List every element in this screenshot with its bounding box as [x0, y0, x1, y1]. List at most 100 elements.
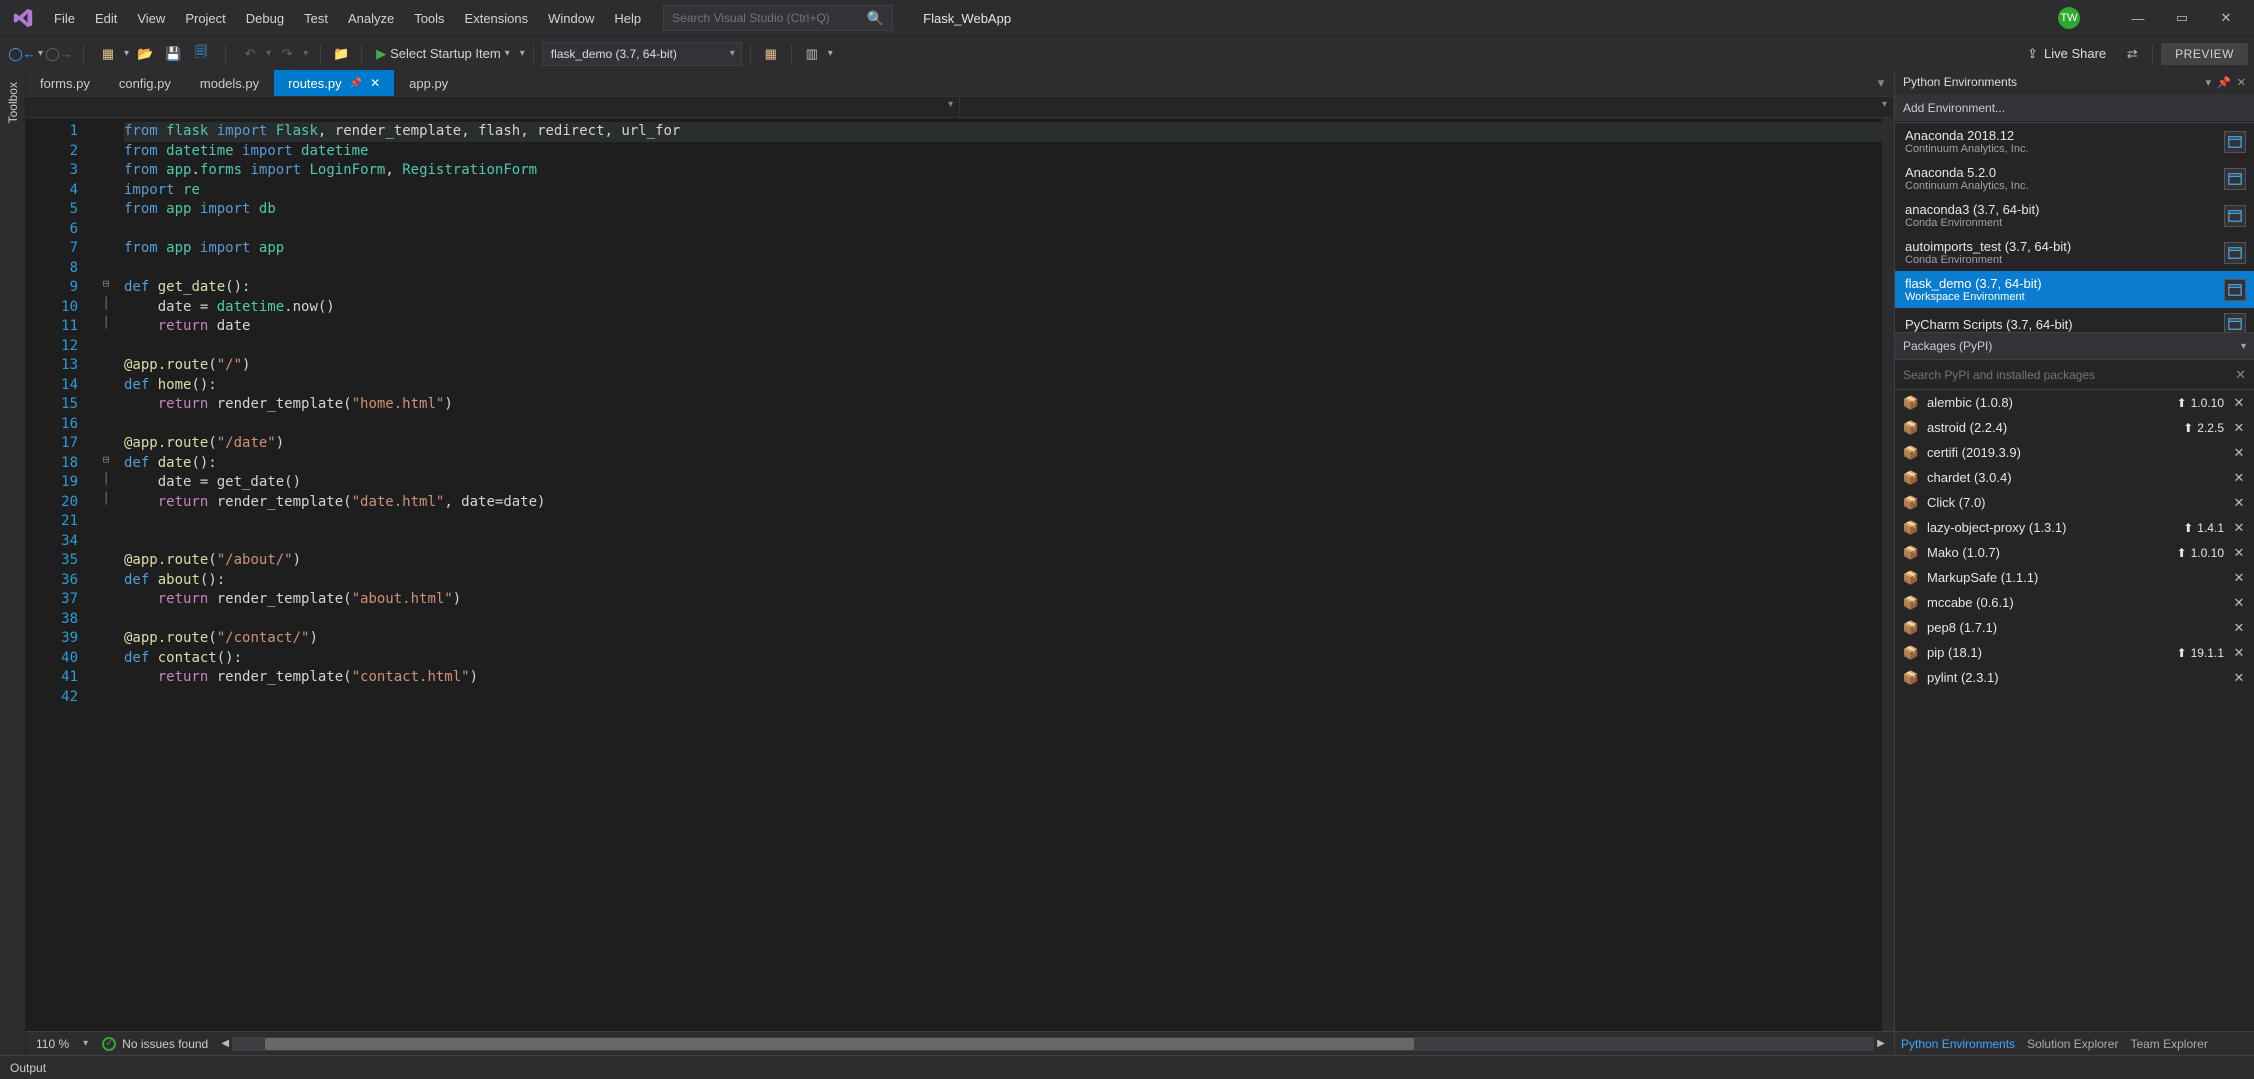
env-item[interactable]: flask_demo (3.7, 64-bit)Workspace Enviro… [1895, 271, 2254, 308]
code-line[interactable]: def about(): [124, 571, 1882, 591]
code-line[interactable]: from app import db [124, 200, 1882, 220]
menu-project[interactable]: Project [175, 7, 235, 30]
package-update[interactable]: ⬆ 1.0.10 [2177, 546, 2224, 560]
menu-window[interactable]: Window [538, 7, 604, 30]
code-line[interactable]: @app.route("/contact/") [124, 629, 1882, 649]
window-menu-icon[interactable]: ▾ [2206, 76, 2212, 89]
folder-view-icon[interactable]: 📁 [329, 42, 353, 66]
nav-slot-member[interactable] [960, 97, 1894, 117]
open-window-icon[interactable] [2224, 131, 2246, 153]
fold-marker[interactable] [96, 196, 116, 216]
env-item[interactable]: autoimports_test (3.7, 64-bit)Conda Envi… [1895, 234, 2254, 271]
open-window-icon[interactable] [2224, 313, 2246, 332]
fold-marker[interactable]: │ [96, 489, 116, 509]
open-window-icon[interactable] [2224, 242, 2246, 264]
package-item[interactable]: 📦pylint (2.3.1)✕ [1895, 665, 2254, 690]
fold-marker[interactable] [96, 235, 116, 255]
remove-package-icon[interactable]: ✕ [2232, 670, 2246, 686]
fold-marker[interactable] [96, 645, 116, 665]
menu-extensions[interactable]: Extensions [455, 7, 539, 30]
minimize-button[interactable]: — [2116, 0, 2160, 36]
menu-debug[interactable]: Debug [236, 7, 294, 30]
env-item[interactable]: anaconda3 (3.7, 64-bit)Conda Environment [1895, 197, 2254, 234]
zoom-level[interactable]: 110 % [36, 1037, 69, 1051]
fold-marker[interactable] [96, 508, 116, 528]
nav-fwd-button[interactable]: ◯→ [47, 42, 71, 66]
code-line[interactable] [124, 259, 1882, 279]
scroll-right-arrow[interactable]: ▶ [1874, 1037, 1888, 1051]
code-line[interactable] [124, 688, 1882, 708]
menu-analyze[interactable]: Analyze [338, 7, 404, 30]
fold-marker[interactable] [96, 352, 116, 372]
config-combo[interactable]: flask_demo (3.7, 64-bit) [542, 42, 742, 66]
fold-marker[interactable] [96, 606, 116, 626]
save-all-icon[interactable]: 🗐 [189, 42, 213, 66]
menu-file[interactable]: File [44, 7, 85, 30]
remove-package-icon[interactable]: ✕ [2232, 545, 2246, 561]
open-window-icon[interactable] [2224, 205, 2246, 227]
package-item[interactable]: 📦astroid (2.2.4)⬆ 2.2.5✕ [1895, 415, 2254, 440]
fold-marker[interactable] [96, 528, 116, 548]
layout-icon[interactable]: ▥ [800, 42, 824, 66]
chevron-down-icon[interactable]: ▾ [83, 1038, 88, 1049]
package-item[interactable]: 📦chardet (3.0.4)✕ [1895, 465, 2254, 490]
fold-marker[interactable] [96, 664, 116, 684]
fold-marker[interactable]: ⊟ [96, 450, 116, 470]
menu-view[interactable]: View [127, 7, 175, 30]
code-line[interactable]: return render_template("about.html") [124, 590, 1882, 610]
fold-marker[interactable] [96, 157, 116, 177]
menu-tools[interactable]: Tools [404, 7, 454, 30]
remove-package-icon[interactable]: ✕ [2232, 395, 2246, 411]
fold-marker[interactable]: │ [96, 469, 116, 489]
open-window-icon[interactable] [2224, 279, 2246, 301]
start-button[interactable]: ▶ Select Startup Item ▾ [370, 42, 516, 66]
fold-gutter[interactable]: ⊟││⊟││ [96, 118, 116, 1031]
packages-header[interactable]: Packages (PyPI) ▾ [1895, 332, 2254, 360]
remove-package-icon[interactable]: ✕ [2232, 595, 2246, 611]
fold-marker[interactable]: │ [96, 313, 116, 333]
code-line[interactable]: date = datetime.now() [124, 298, 1882, 318]
code-line[interactable]: from flask import Flask, render_template… [124, 122, 1882, 142]
package-item[interactable]: 📦Click (7.0)✕ [1895, 490, 2254, 515]
fold-marker[interactable] [96, 372, 116, 392]
fold-marker[interactable] [96, 118, 116, 138]
close-icon[interactable]: ✕ [370, 76, 380, 90]
vertical-scrollbar[interactable] [1882, 118, 1894, 1031]
toolbox-rail[interactable]: Toolbox [0, 70, 26, 1055]
code-line[interactable] [124, 512, 1882, 532]
package-search-input[interactable] [1903, 368, 2235, 382]
package-update[interactable]: ⬆ 19.1.1 [2177, 646, 2224, 660]
code-line[interactable] [124, 532, 1882, 552]
fold-marker[interactable] [96, 411, 116, 431]
code-line[interactable]: date = get_date() [124, 473, 1882, 493]
remove-package-icon[interactable]: ✕ [2232, 420, 2246, 436]
code-line[interactable] [124, 415, 1882, 435]
clear-icon[interactable]: ✕ [2235, 367, 2246, 383]
code-line[interactable]: from app import app [124, 239, 1882, 259]
package-item[interactable]: 📦alembic (1.0.8)⬆ 1.0.10✕ [1895, 390, 2254, 415]
horizontal-scrollbar[interactable]: ◀ ▶ [232, 1037, 1874, 1051]
new-item-icon[interactable]: ▦ [96, 42, 120, 66]
nav-back-button[interactable]: ◯← [10, 42, 34, 66]
code-line[interactable]: def get_date(): [124, 278, 1882, 298]
code-line[interactable]: @app.route("/about/") [124, 551, 1882, 571]
package-item[interactable]: 📦Mako (1.0.7)⬆ 1.0.10✕ [1895, 540, 2254, 565]
package-item[interactable]: 📦pep8 (1.7.1)✕ [1895, 615, 2254, 640]
fold-marker[interactable] [96, 625, 116, 645]
user-avatar[interactable]: TW [2058, 7, 2080, 29]
package-item[interactable]: 📦mccabe (0.6.1)✕ [1895, 590, 2254, 615]
remove-package-icon[interactable]: ✕ [2232, 495, 2246, 511]
pin-icon[interactable]: 📌 [350, 78, 362, 89]
fold-marker[interactable] [96, 586, 116, 606]
fold-marker[interactable] [96, 138, 116, 158]
issues-indicator[interactable]: ✓ No issues found [102, 1037, 208, 1051]
fold-marker[interactable] [96, 430, 116, 450]
tab-forms-py[interactable]: forms.py [26, 70, 105, 96]
tab-app-py[interactable]: app.py [395, 70, 463, 96]
nav-slot-scope[interactable] [26, 97, 960, 117]
maximize-button[interactable]: ▭ [2160, 0, 2204, 36]
fold-marker[interactable] [96, 547, 116, 567]
code-line[interactable]: def date(): [124, 454, 1882, 474]
code-line[interactable]: return date [124, 317, 1882, 337]
fold-marker[interactable] [96, 255, 116, 275]
